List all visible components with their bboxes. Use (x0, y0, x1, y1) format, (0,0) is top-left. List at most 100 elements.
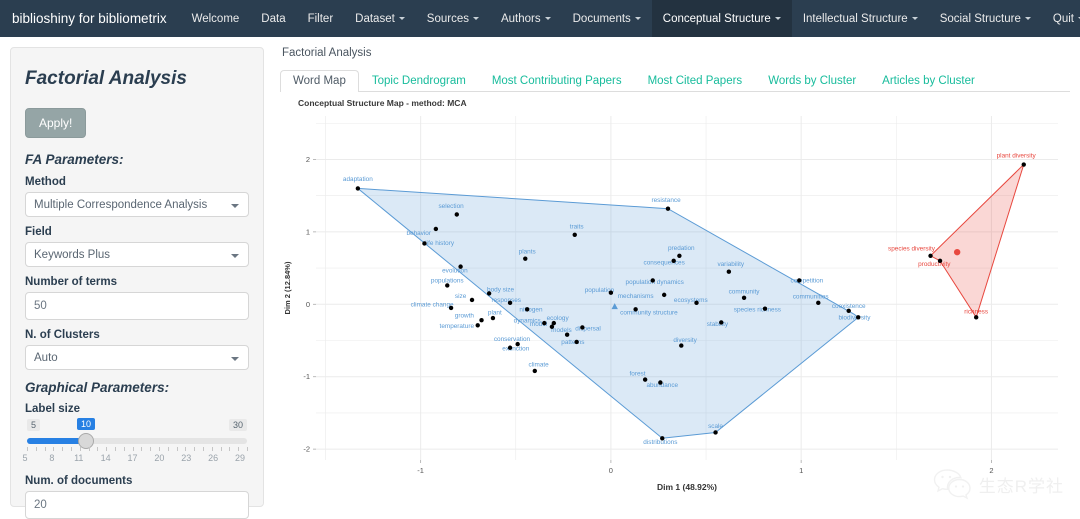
field-select[interactable]: Keywords Plus (25, 242, 249, 267)
word-label[interactable]: extinction (502, 346, 529, 353)
word-point[interactable] (490, 315, 496, 321)
word-label[interactable]: responses (492, 297, 522, 304)
tab-most-cited-papers[interactable]: Most Cited Papers (635, 70, 756, 92)
tab-articles-by-cluster[interactable]: Articles by Cluster (869, 70, 988, 92)
word-point[interactable] (1021, 162, 1026, 167)
word-label[interactable]: community (729, 288, 761, 295)
word-label[interactable]: climate change (411, 301, 454, 308)
word-point[interactable] (665, 206, 671, 211)
tab-word-map[interactable]: Word Map (280, 70, 359, 92)
word-label[interactable]: size (455, 293, 467, 300)
word-point[interactable] (523, 256, 528, 261)
word-point[interactable] (741, 295, 747, 300)
word-label[interactable]: behavior (406, 230, 431, 237)
word-label[interactable]: forest (630, 370, 646, 377)
word-label[interactable]: competition (791, 278, 824, 285)
app-brand[interactable]: biblioshiny for bibliometrix (0, 0, 181, 37)
word-label[interactable]: patterns (561, 339, 584, 346)
word-label[interactable]: community structure (620, 309, 678, 316)
word-point[interactable] (719, 320, 724, 325)
word-point[interactable] (679, 343, 684, 348)
conceptual-structure-map-svg[interactable]: -1 0 1 2 -2 -1 0 1 2 Dim 1 (48.92%) Dim 2 (12.84%)… (280, 98, 1070, 498)
word-point[interactable] (846, 308, 851, 314)
word-label[interactable]: plants (519, 249, 536, 256)
word-label[interactable]: species richness (734, 307, 781, 314)
word-point[interactable] (549, 324, 555, 329)
word-label[interactable]: ecology (547, 315, 570, 322)
word-point[interactable] (572, 232, 577, 237)
nav-item-conceptual-structure[interactable]: Conceptual Structure (651, 0, 792, 37)
word-point[interactable] (445, 283, 450, 288)
word-point[interactable] (469, 297, 475, 303)
word-point[interactable] (937, 258, 943, 264)
word-point[interactable] (762, 306, 768, 311)
word-label[interactable]: conservation (494, 336, 531, 343)
word-point[interactable] (671, 258, 676, 264)
nav-item-sources[interactable]: Sources (416, 0, 490, 37)
word-label[interactable]: body size (487, 286, 514, 293)
word-label[interactable]: life history (425, 240, 455, 247)
word-point[interactable] (726, 269, 732, 274)
word-label[interactable]: evolution (442, 267, 468, 274)
word-label[interactable]: mechanisms (618, 293, 654, 300)
word-label[interactable]: scale (708, 423, 723, 430)
nav-item-filter[interactable]: Filter (297, 0, 345, 37)
word-point[interactable] (642, 377, 648, 382)
word-label[interactable]: plant (488, 309, 502, 316)
word-point[interactable] (524, 307, 530, 312)
word-label[interactable]: stability (707, 321, 729, 328)
nav-item-documents[interactable]: Documents (562, 0, 652, 37)
clusters-select[interactable]: Auto (25, 345, 249, 370)
tab-most-contributing-papers[interactable]: Most Contributing Papers (479, 70, 635, 92)
word-label[interactable]: resistance (652, 197, 682, 204)
word-point[interactable] (856, 315, 861, 320)
word-point[interactable] (355, 186, 361, 191)
word-label[interactable]: variability (717, 261, 744, 268)
word-point[interactable] (507, 300, 513, 306)
word-label[interactable]: growth (455, 312, 475, 319)
word-point[interactable] (608, 290, 614, 295)
word-point[interactable] (448, 305, 454, 311)
word-point[interactable] (574, 339, 579, 345)
word-label[interactable]: adaptation (343, 176, 373, 183)
word-label[interactable]: climate (528, 362, 549, 369)
word-point[interactable] (433, 226, 439, 232)
word-point[interactable] (713, 430, 718, 435)
word-point[interactable] (479, 318, 484, 323)
word-point[interactable] (422, 241, 427, 246)
word-label[interactable]: predation (668, 245, 695, 252)
method-select[interactable]: Multiple Correspondence Analysis (25, 192, 249, 217)
word-label[interactable]: species diversity (888, 246, 936, 253)
word-point[interactable] (928, 253, 933, 258)
nav-item-dataset[interactable]: Dataset (344, 0, 416, 37)
nav-item-welcome[interactable]: Welcome (181, 0, 251, 37)
nav-item-authors[interactable]: Authors (490, 0, 562, 37)
word-label[interactable]: ecosystems (674, 297, 708, 304)
word-point[interactable] (694, 300, 699, 306)
word-label[interactable]: distributions (643, 439, 677, 446)
nav-item-social-structure[interactable]: Social Structure (929, 0, 1042, 37)
word-label[interactable]: dispersal (575, 325, 601, 332)
word-point[interactable] (564, 332, 570, 337)
word-point[interactable] (677, 253, 682, 258)
word-label[interactable]: biodiversity (838, 315, 871, 322)
num-documents-input[interactable]: 20 (25, 491, 249, 519)
word-point[interactable] (515, 341, 520, 347)
word-point[interactable] (650, 278, 655, 283)
word-point[interactable] (658, 380, 663, 385)
word-point[interactable] (486, 291, 492, 296)
nav-item-intellectual-structure[interactable]: Intellectual Structure (792, 0, 929, 37)
word-label[interactable]: richness (964, 309, 988, 316)
tab-topic-dendrogram[interactable]: Topic Dendrogram (359, 70, 479, 92)
nav-item-data[interactable]: Data (250, 0, 296, 37)
word-point[interactable] (532, 368, 537, 374)
word-point[interactable] (580, 325, 585, 330)
word-label[interactable]: consequences (644, 259, 685, 266)
word-label[interactable]: communities (793, 294, 829, 301)
word-point[interactable] (475, 323, 480, 328)
word-point[interactable] (507, 345, 513, 350)
word-point[interactable] (454, 212, 459, 217)
word-label[interactable]: models (551, 327, 572, 334)
word-point[interactable] (633, 307, 638, 312)
nav-item-quit[interactable]: Quit (1042, 0, 1080, 37)
